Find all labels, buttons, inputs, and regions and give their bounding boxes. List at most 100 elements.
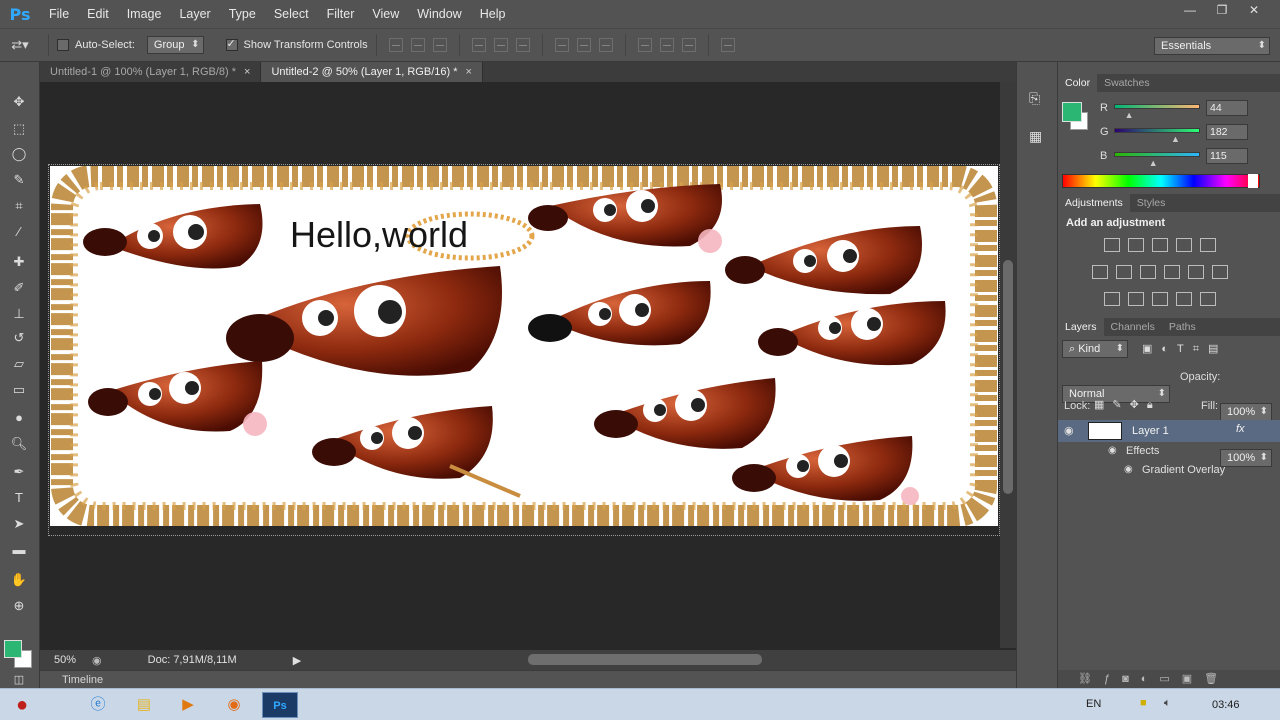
- marquee-tool-icon[interactable]: ⬚: [8, 119, 30, 139]
- selective-color-icon[interactable]: [1176, 292, 1192, 306]
- layer-filter-icons[interactable]: ▣◐T⌗▤: [1142, 342, 1227, 356]
- lasso-tool-icon[interactable]: ◯: [8, 144, 30, 164]
- white-swatch[interactable]: [1248, 174, 1258, 188]
- layer-fx-badge[interactable]: fx: [1236, 423, 1245, 435]
- exposure-icon[interactable]: [1176, 238, 1192, 252]
- close-tab-icon[interactable]: ×: [466, 66, 472, 78]
- blur-tool-icon[interactable]: ●: [8, 408, 30, 428]
- show-transform-checkbox[interactable]: [225, 37, 238, 51]
- align-vcenter-icon[interactable]: [410, 38, 425, 52]
- tray-icon[interactable]: ■: [1140, 697, 1147, 709]
- close-tab-icon[interactable]: ×: [244, 66, 250, 78]
- vertical-scrollbar[interactable]: [1000, 82, 1016, 648]
- clone-stamp-tool-icon[interactable]: ⊥: [8, 304, 30, 324]
- brush-tool-icon[interactable]: ✐: [8, 278, 30, 298]
- channel-b-thumb[interactable]: ▲: [1149, 158, 1158, 168]
- auto-align-icon[interactable]: [720, 38, 735, 52]
- document-canvas[interactable]: Hello,world: [50, 166, 998, 526]
- channel-g-thumb[interactable]: ▲: [1171, 134, 1180, 144]
- effect-eye-icon[interactable]: ◉: [1124, 464, 1133, 475]
- file-explorer-icon[interactable]: ▤: [126, 692, 162, 718]
- menu-edit[interactable]: Edit: [78, 7, 118, 21]
- color-lookup-icon[interactable]: [1212, 265, 1228, 279]
- workspace-dropdown[interactable]: Essentials: [1154, 37, 1270, 55]
- menu-filter[interactable]: Filter: [318, 7, 364, 21]
- crop-tool-icon[interactable]: ⌗: [8, 196, 30, 216]
- align-left-icon[interactable]: [471, 38, 486, 52]
- rectangle-tool-icon[interactable]: ▬: [8, 540, 30, 560]
- align-right-icon[interactable]: [515, 38, 530, 52]
- hue-saturation-icon[interactable]: [1092, 265, 1108, 279]
- align-hcenter-icon[interactable]: [493, 38, 508, 52]
- pen-tool-icon[interactable]: ✒: [8, 462, 30, 482]
- menu-window[interactable]: Window: [408, 7, 470, 21]
- opacity-input[interactable]: 100%: [1220, 403, 1272, 421]
- auto-select-checkbox[interactable]: [57, 39, 69, 51]
- close-window-button[interactable]: ✕: [1238, 0, 1270, 22]
- tab-untitled-2[interactable]: Untitled-2 @ 50% (Layer 1, RGB/16) * ×: [261, 62, 483, 82]
- status-info-icon[interactable]: ◉: [92, 654, 102, 667]
- visibility-eye-icon[interactable]: ◉: [1064, 424, 1074, 437]
- dodge-tool-icon[interactable]: 🔍︎: [8, 434, 30, 454]
- color-balance-icon[interactable]: [1116, 265, 1132, 279]
- photo-filter-icon[interactable]: [1164, 265, 1180, 279]
- tab-untitled-1[interactable]: Untitled-1 @ 100% (Layer 1, RGB/8) * ×: [40, 62, 262, 82]
- canvas-text-layer[interactable]: Hello,world: [290, 214, 468, 256]
- channel-r-value[interactable]: 44: [1206, 100, 1248, 116]
- tab-color[interactable]: Color: [1058, 74, 1098, 92]
- auto-select-target-dropdown[interactable]: Group: [146, 36, 204, 54]
- black-white-icon[interactable]: [1140, 265, 1156, 279]
- menu-image[interactable]: Image: [118, 7, 171, 21]
- threshold-icon[interactable]: [1152, 292, 1168, 306]
- posterize-icon[interactable]: [1128, 292, 1144, 306]
- effects-eye-icon[interactable]: ◉: [1108, 445, 1117, 456]
- internet-explorer-icon[interactable]: ⓔ: [80, 692, 116, 718]
- distribute-left-icon[interactable]: [637, 38, 652, 52]
- menu-help[interactable]: Help: [471, 7, 515, 21]
- tab-layers[interactable]: Layers: [1058, 318, 1104, 336]
- restore-button[interactable]: ❐: [1206, 0, 1238, 22]
- tab-styles[interactable]: Styles: [1130, 194, 1173, 212]
- firefox-icon[interactable]: ◉: [216, 692, 252, 718]
- eyedropper-tool-icon[interactable]: ⁄: [8, 222, 30, 242]
- properties-panel-icon[interactable]: ▦: [1029, 128, 1042, 145]
- align-bottom-icon[interactable]: [432, 38, 447, 52]
- menu-type[interactable]: Type: [220, 7, 265, 21]
- distribute-vcenter-icon[interactable]: [576, 38, 591, 52]
- channel-r-thumb[interactable]: ▲: [1125, 110, 1134, 120]
- brightness-contrast-icon[interactable]: [1104, 238, 1120, 252]
- volume-icon[interactable]: 🔈︎: [1164, 697, 1171, 710]
- layer-name[interactable]: Layer 1: [1132, 425, 1169, 437]
- lock-icons[interactable]: ▦✎✥🔒︎: [1094, 398, 1161, 412]
- photoshop-taskbar-icon[interactable]: Ps: [262, 692, 298, 718]
- channel-g-value[interactable]: 182: [1206, 124, 1248, 140]
- zoom-level[interactable]: 50%: [54, 654, 76, 666]
- channel-b-value[interactable]: 115: [1206, 148, 1248, 164]
- history-panel-icon[interactable]: ⎘: [1029, 90, 1040, 107]
- channel-g-slider[interactable]: [1114, 128, 1200, 133]
- align-top-icon[interactable]: [388, 38, 403, 52]
- effects-row[interactable]: ◉ Effects: [1058, 442, 1280, 461]
- tab-paths[interactable]: Paths: [1162, 318, 1203, 336]
- channel-mixer-icon[interactable]: [1188, 265, 1204, 279]
- distribute-right-icon[interactable]: [681, 38, 696, 52]
- layer-kind-filter[interactable]: ⌕ Kind: [1062, 340, 1128, 358]
- quick-mask-icon[interactable]: ◫: [8, 670, 30, 690]
- eraser-tool-icon[interactable]: ▱: [8, 354, 30, 374]
- tab-channels[interactable]: Channels: [1104, 318, 1162, 336]
- move-tool-preset-icon[interactable]: ⇄▾: [0, 37, 40, 53]
- curves-icon[interactable]: [1152, 238, 1168, 252]
- timeline-tab[interactable]: Timeline: [62, 674, 103, 686]
- minimize-button[interactable]: —: [1174, 0, 1206, 22]
- distribute-hcenter-icon[interactable]: [659, 38, 674, 52]
- status-menu-arrow-icon[interactable]: ▶: [293, 654, 301, 667]
- channel-b-slider[interactable]: [1114, 152, 1200, 157]
- move-tool-icon[interactable]: ✥: [8, 92, 30, 112]
- layers-footer-icons[interactable]: ⛓ƒ◙◐▭▣🗑︎: [1058, 670, 1280, 688]
- channel-r-slider[interactable]: [1114, 104, 1200, 109]
- invert-icon[interactable]: [1104, 292, 1120, 306]
- path-selection-tool-icon[interactable]: ➤: [8, 514, 30, 534]
- type-tool-icon[interactable]: T: [8, 488, 30, 508]
- distribute-top-icon[interactable]: [554, 38, 569, 52]
- menu-layer[interactable]: Layer: [170, 7, 219, 21]
